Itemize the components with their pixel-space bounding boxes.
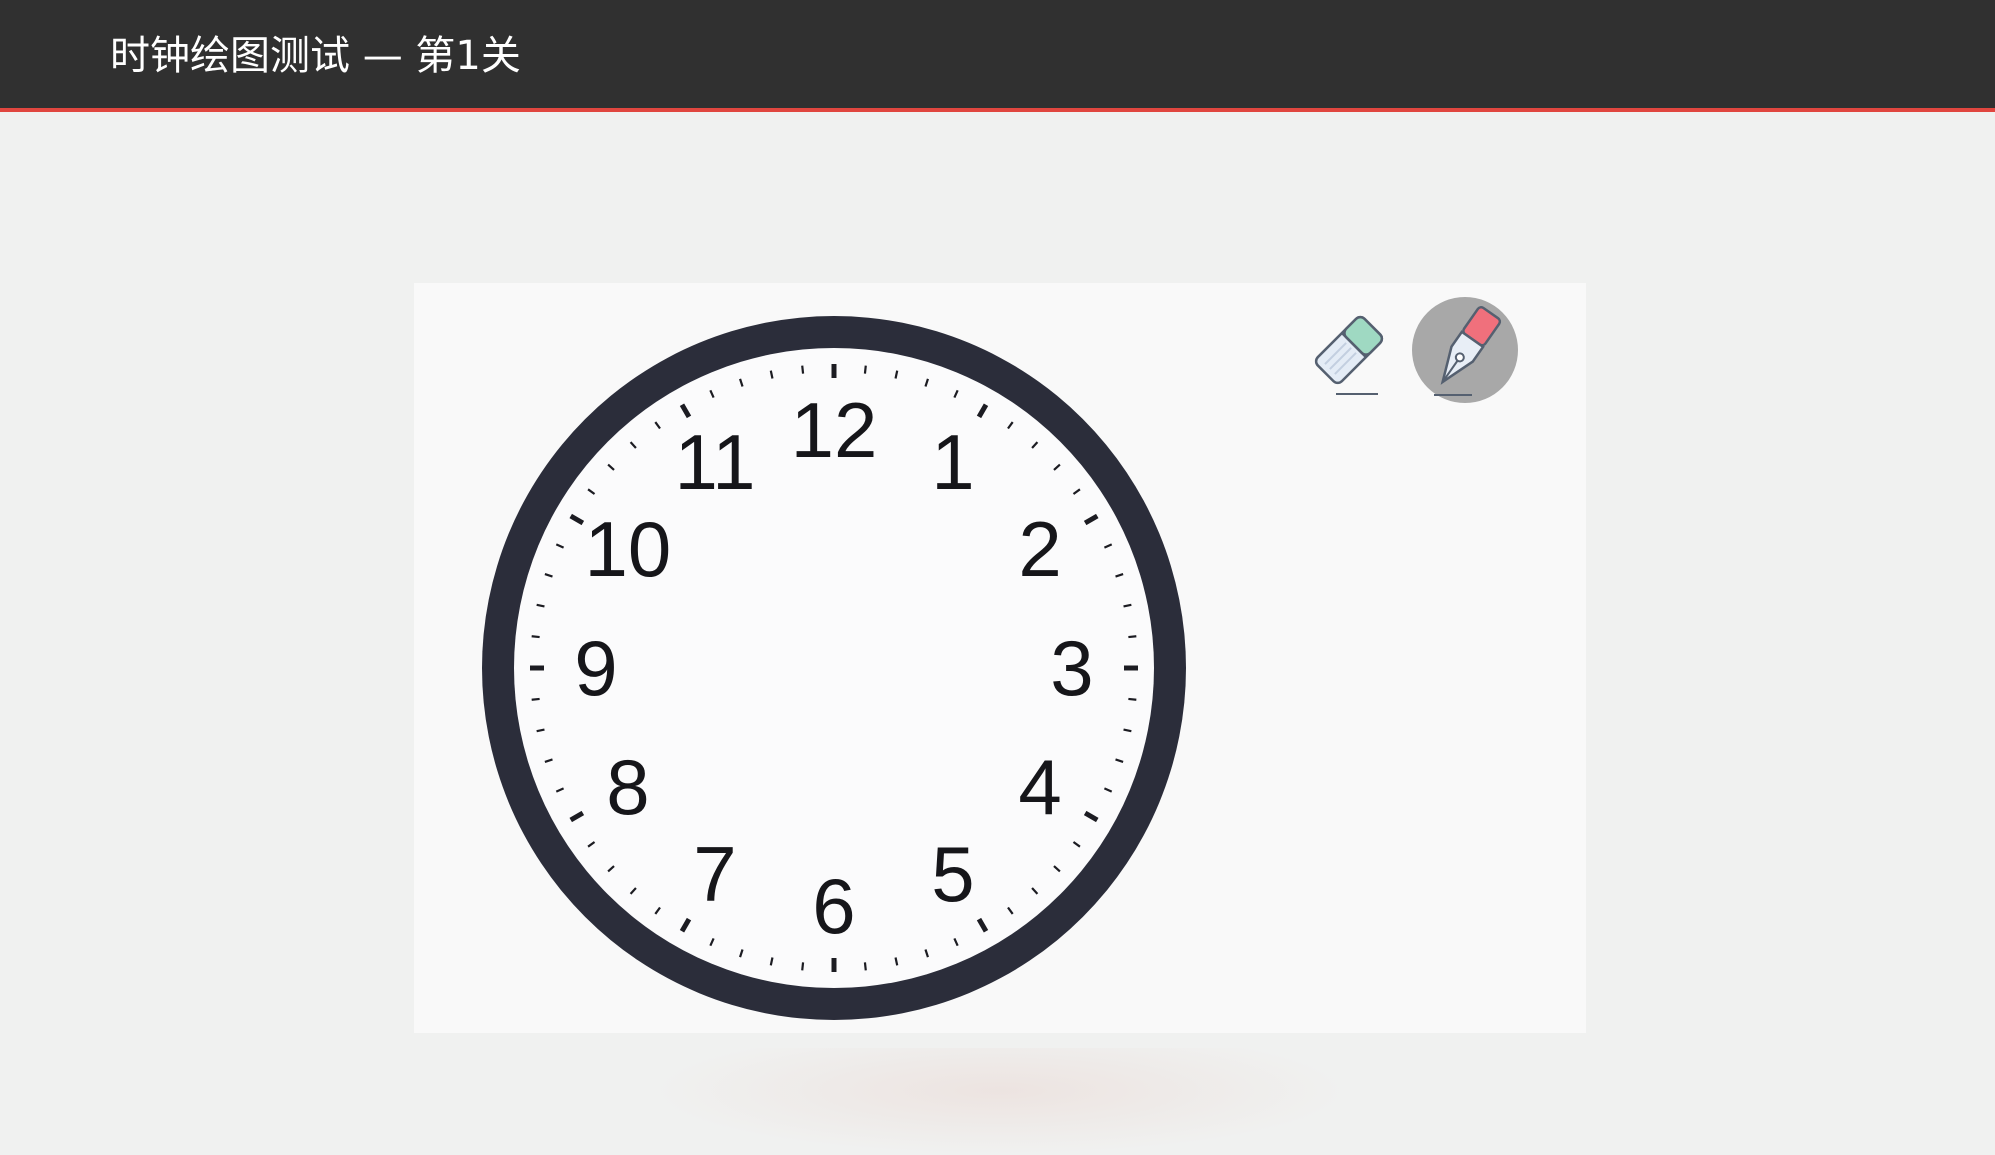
eraser-icon [1314,315,1384,395]
clock-numeral-12: 12 [791,386,878,474]
clock-face: 12 12 3 45678 9 1011 [482,316,1186,1020]
clock-numeral-3: 3 [1050,624,1093,712]
app-header: 时钟绘图测试 — 第1关 [0,0,1995,112]
minute-tick [801,962,805,971]
clock-numeral-1: 1 [931,418,974,506]
clock-numeral-2: 2 [1018,505,1061,593]
fountain-pen-icon [1434,306,1502,396]
minute-tick [863,962,867,971]
page-title: 时钟绘图测试 — 第1关 [110,33,521,79]
drawing-canvas[interactable]: 12 1 2 3 4 5 6 7 8 9 10 11 [414,283,1586,1033]
eraser-button[interactable] [1296,297,1402,403]
minute-tick [531,635,540,639]
minute-tick [1128,635,1137,639]
clock-numeral-7: 7 [693,830,736,918]
clock-numeral-4: 4 [1018,743,1061,831]
pen-button[interactable] [1412,297,1518,403]
clock-numeral-11: 11 [675,418,756,506]
minute-tick [801,365,805,374]
clock-numeral-8: 8 [606,743,649,831]
minute-tick [863,365,867,374]
floor-shadow [650,1048,1350,1155]
minute-tick [1128,697,1137,701]
clock-numeral-10: 10 [585,505,672,593]
clock-numeral-9: 9 [574,624,617,712]
clock-numeral-5: 5 [931,830,974,918]
minute-tick [531,697,540,701]
clock-numeral-6: 6 [812,862,855,950]
